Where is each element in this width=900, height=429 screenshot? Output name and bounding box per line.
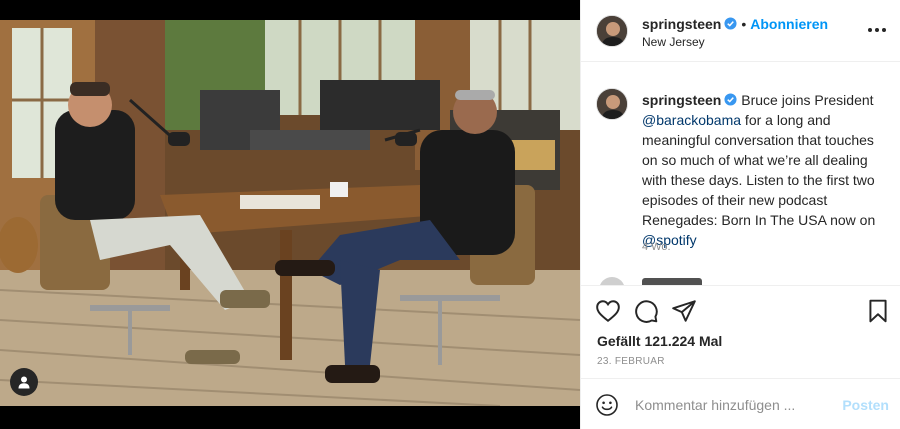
caption-username[interactable]: springsteen <box>642 92 721 108</box>
mention-link[interactable]: @barackobama <box>642 112 741 128</box>
share-icon[interactable] <box>671 298 697 324</box>
emoji-icon[interactable] <box>595 393 619 417</box>
bookmark-icon[interactable] <box>865 298 891 324</box>
post-comment-button[interactable]: Posten <box>842 397 889 413</box>
more-options-icon[interactable] <box>865 20 889 40</box>
separator-dot: • <box>741 16 747 32</box>
comment-icon[interactable] <box>633 298 659 324</box>
caption-timestamp[interactable]: 4 Wo. <box>642 241 671 253</box>
comment-input[interactable] <box>635 393 835 417</box>
header-user-line: springsteen • Abonnieren <box>642 16 828 32</box>
heart-icon[interactable] <box>595 298 621 324</box>
follow-button[interactable]: Abonnieren <box>750 16 828 32</box>
location-link[interactable]: New Jersey <box>642 35 705 49</box>
podcast-studio-image <box>0 20 580 406</box>
user-tag-icon[interactable] <box>10 368 38 396</box>
comment-avatar[interactable] <box>599 277 625 285</box>
username-link[interactable]: springsteen <box>642 16 721 32</box>
post-caption: springsteen Bruce joins President @barac… <box>642 90 882 250</box>
post-actions: Gefällt 121.224 Mal 23. FEBRUAR <box>581 285 900 377</box>
avatar[interactable] <box>596 15 628 47</box>
verified-badge-icon <box>724 17 737 30</box>
caption-text: for a long and meaningful conversation t… <box>642 112 876 228</box>
post-header: springsteen • Abonnieren New Jersey <box>581 0 900 62</box>
caption-avatar[interactable] <box>596 88 628 120</box>
comment-username[interactable] <box>642 278 702 285</box>
verified-badge-icon <box>724 93 737 106</box>
post-sidebar: springsteen • Abonnieren New Jersey spring… <box>580 0 900 429</box>
post-date[interactable]: 23. FEBRUAR <box>597 356 665 367</box>
post-photo[interactable] <box>0 0 580 429</box>
comments-area[interactable]: springsteen Bruce joins President @barac… <box>581 63 900 285</box>
likes-count[interactable]: Gefällt 121.224 Mal <box>597 333 722 349</box>
caption-text: Bruce joins President <box>741 92 874 108</box>
add-comment-bar: Posten <box>581 378 900 429</box>
